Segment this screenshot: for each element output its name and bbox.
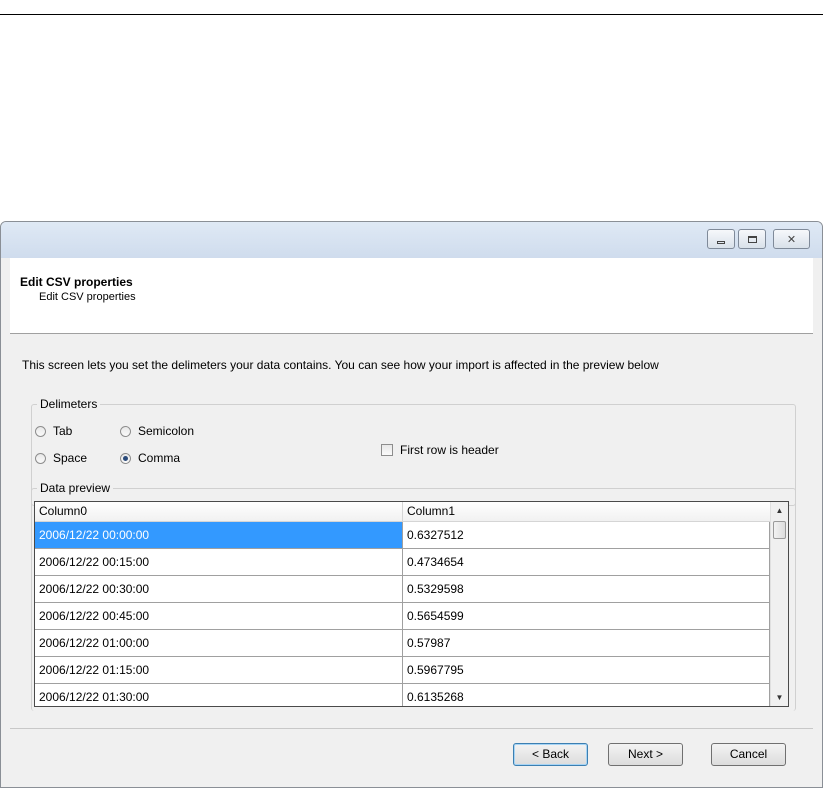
top-border-line — [0, 14, 823, 15]
next-button[interactable]: Next > — [608, 743, 683, 766]
radio-semicolon-indicator[interactable] — [120, 425, 131, 437]
radio-space[interactable]: Space — [35, 451, 87, 465]
table-cell[interactable]: 2006/12/22 00:00:00 — [35, 522, 403, 549]
table-cell[interactable]: 0.5654599 — [403, 603, 770, 630]
radio-semicolon-label: Semicolon — [138, 424, 195, 438]
table-cell[interactable]: 0.4734654 — [403, 549, 770, 576]
first-row-header-label: First row is header — [400, 443, 499, 457]
back-button[interactable]: < Back — [513, 743, 588, 766]
radio-comma[interactable]: Comma — [120, 451, 180, 465]
maximize-icon — [747, 235, 757, 243]
close-button[interactable]: ✕ — [773, 229, 810, 249]
data-preview-grid[interactable]: Column0 Column1 2006/12/22 00:00:00 0.63… — [34, 501, 789, 707]
radio-tab-label: Tab — [53, 424, 73, 438]
footer-divider — [10, 728, 813, 729]
table-cell[interactable]: 0.5329598 — [403, 576, 770, 603]
radio-comma-indicator[interactable] — [120, 452, 131, 464]
grid-header: Column0 Column1 — [35, 502, 770, 522]
data-preview-group-label: Data preview — [37, 481, 114, 495]
table-row[interactable]: 2006/12/22 00:00:00 0.6327512 — [35, 522, 770, 549]
radio-comma-label: Comma — [138, 451, 181, 465]
radio-semicolon[interactable]: Semicolon — [120, 424, 194, 438]
delimeters-group-label: Delimeters — [37, 397, 101, 411]
maximize-button[interactable] — [738, 229, 766, 249]
table-cell[interactable]: 0.6135268 — [403, 684, 770, 706]
radio-tab[interactable]: Tab — [35, 424, 72, 438]
description-text: This screen lets you set the delimeters … — [22, 358, 659, 372]
scroll-up-icon[interactable]: ▲ — [771, 502, 788, 519]
table-cell[interactable]: 2006/12/22 01:30:00 — [35, 684, 403, 706]
scroll-thumb[interactable] — [773, 521, 786, 539]
table-row[interactable]: 2006/12/22 00:15:00 0.4734654 — [35, 549, 770, 576]
table-row[interactable]: 2006/12/22 01:00:00 0.57987 — [35, 630, 770, 657]
table-cell[interactable]: 0.57987 — [403, 630, 770, 657]
first-row-header-box[interactable] — [381, 444, 393, 456]
table-row[interactable]: 2006/12/22 00:45:00 0.5654599 — [35, 603, 770, 630]
table-row[interactable]: 2006/12/22 01:15:00 0.5967795 — [35, 657, 770, 684]
minimize-button[interactable] — [707, 229, 735, 249]
wizard-header: Edit CSV properties Edit CSV properties — [10, 258, 813, 334]
cancel-button[interactable]: Cancel — [711, 743, 786, 766]
column-header-1[interactable]: Column1 — [403, 502, 770, 521]
minimize-icon — [717, 240, 725, 244]
radio-tab-indicator[interactable] — [35, 425, 46, 437]
first-row-header-checkbox[interactable]: First row is header — [381, 443, 499, 457]
table-row[interactable]: 2006/12/22 01:30:00 0.6135268 — [35, 684, 770, 706]
title-bar[interactable]: ✕ — [1, 222, 822, 258]
table-cell[interactable]: 2006/12/22 01:15:00 — [35, 657, 403, 684]
radio-space-indicator[interactable] — [35, 452, 46, 464]
table-cell[interactable]: 2006/12/22 00:15:00 — [35, 549, 403, 576]
radio-space-label: Space — [53, 451, 88, 465]
csv-import-window: ✕ Edit CSV properties Edit CSV propertie… — [0, 221, 823, 788]
close-icon: ✕ — [786, 232, 797, 246]
table-cell[interactable]: 0.5967795 — [403, 657, 770, 684]
table-cell[interactable]: 2006/12/22 00:30:00 — [35, 576, 403, 603]
page-title: Edit CSV properties — [20, 275, 133, 289]
scroll-down-icon[interactable]: ▼ — [771, 689, 788, 706]
table-row[interactable]: 2006/12/22 00:30:00 0.5329598 — [35, 576, 770, 603]
column-header-0[interactable]: Column0 — [35, 502, 403, 521]
page-subtitle: Edit CSV properties — [39, 291, 136, 303]
table-cell[interactable]: 2006/12/22 01:00:00 — [35, 630, 403, 657]
table-cell[interactable]: 0.6327512 — [403, 522, 770, 549]
grid-rows: 2006/12/22 00:00:00 0.6327512 2006/12/22… — [35, 522, 770, 706]
vertical-scrollbar[interactable]: ▲ ▼ — [770, 502, 788, 706]
table-cell[interactable]: 2006/12/22 00:45:00 — [35, 603, 403, 630]
